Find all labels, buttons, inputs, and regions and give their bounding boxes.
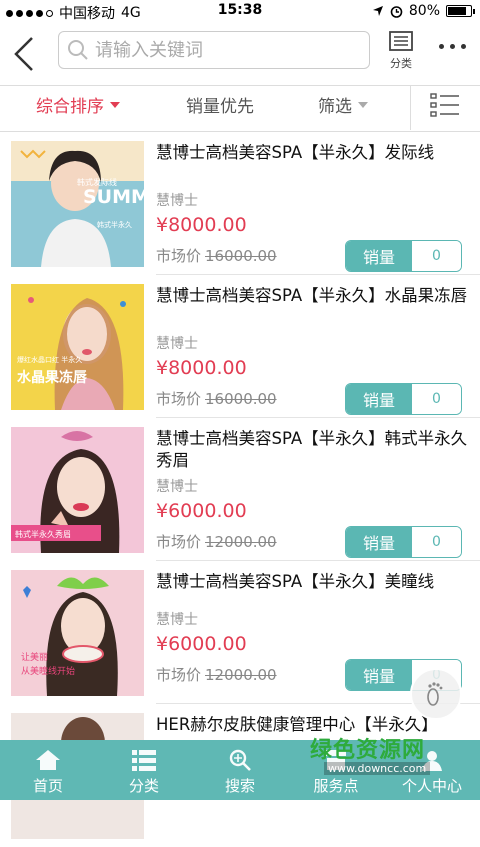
product-title[interactable]: 慧博士高档美容SPA【半永久】水晶果冻唇 — [156, 285, 471, 307]
market-price-value: 12000.00 — [205, 666, 277, 684]
sort-comprehensive-label: 综合排序 — [36, 92, 104, 117]
list-view-icon[interactable] — [430, 92, 460, 118]
sort-sales[interactable]: 销量优先 — [186, 92, 254, 117]
search-box[interactable] — [58, 31, 370, 69]
category-button-label: 分类 — [384, 55, 418, 71]
thumb-caption: 让美丽 — [21, 651, 48, 663]
watermark: 绿色资源网 www.downcc.com — [302, 732, 470, 796]
sort-comprehensive[interactable]: 综合排序 — [36, 92, 120, 117]
dropdown-arrow-icon — [110, 102, 120, 108]
more-options-icon[interactable] — [439, 44, 466, 49]
watermark-text: 绿色资源网 — [310, 732, 425, 764]
thumb-caption: SUMM — [83, 186, 144, 208]
sort-sales-label: 销量优先 — [186, 92, 254, 117]
sales-badge: 销量 0 — [345, 526, 462, 558]
thumb-caption: 韩式半永久 — [97, 220, 132, 229]
sales-label: 销量 — [346, 527, 412, 557]
battery-icon — [446, 5, 472, 17]
search-icon — [67, 39, 89, 61]
footprint-button[interactable] — [410, 668, 462, 720]
product-item[interactable]: 爆红水晶口红 半永久 水晶果冻唇 慧博士高档美容SPA【半永久】水晶果冻唇 慧博… — [0, 275, 480, 418]
market-price-value: 16000.00 — [205, 247, 277, 265]
sales-label: 销量 — [346, 660, 412, 690]
header: 分类 — [0, 22, 480, 86]
product-item[interactable]: 让美丽 从美瞳线开始 慧博士高档美容SPA【半永久】美瞳线 慧博士 ¥6000.… — [0, 561, 480, 704]
nav-search-label: 搜索 — [225, 775, 255, 796]
sales-label: 销量 — [346, 241, 412, 271]
market-price: 市场价16000.00 — [156, 388, 277, 409]
category-icon — [131, 749, 157, 771]
sales-count: 0 — [412, 527, 461, 557]
market-price: 市场价12000.00 — [156, 531, 277, 552]
product-brand: 慧博士 — [156, 609, 198, 629]
thumb-caption: 从美瞳线开始 — [21, 665, 75, 677]
market-price: 市场价16000.00 — [156, 245, 277, 266]
product-title[interactable]: 慧博士高档美容SPA【半永久】美瞳线 — [156, 571, 471, 593]
divider — [410, 86, 411, 130]
back-arrow-icon[interactable] — [10, 34, 40, 74]
sales-badge: 销量 0 — [345, 383, 462, 415]
sales-count: 0 — [412, 241, 461, 271]
market-price-label: 市场价 — [156, 247, 201, 265]
filter-label: 筛选 — [318, 92, 352, 117]
product-brand: 慧博士 — [156, 476, 198, 496]
product-title[interactable]: 慧博士高档美容SPA【半永久】韩式半永久秀眉 — [156, 428, 471, 472]
product-image[interactable]: 让美丽 从美瞳线开始 — [11, 570, 144, 696]
sales-label: 销量 — [346, 384, 412, 414]
product-brand: 慧博士 — [156, 333, 198, 353]
thumb-caption: 爆红水晶口红 半永久 — [17, 355, 82, 364]
nav-home[interactable]: 首页 — [0, 740, 96, 800]
battery-percent: 80% — [409, 3, 440, 19]
product-item[interactable]: 韩式发际线 SUMM 韩式半永久 慧博士高档美容SPA【半永久】发际线 慧博士 … — [0, 132, 480, 275]
sales-badge: 销量 0 — [345, 240, 462, 272]
category-list-icon — [388, 30, 414, 52]
thumb-caption: 水晶果冻唇 — [17, 369, 88, 386]
nav-category[interactable]: 分类 — [96, 740, 192, 800]
watermark-url: www.downcc.com — [324, 762, 430, 775]
product-image[interactable]: 韩式发际线 SUMM 韩式半永久 — [11, 141, 144, 267]
filter-button[interactable]: 筛选 — [318, 92, 368, 117]
footprint-icon — [421, 679, 451, 709]
location-icon — [372, 5, 384, 17]
search-input[interactable] — [95, 40, 355, 61]
thumb-caption: 韩式半永久秀眉 — [15, 529, 71, 539]
nav-home-label: 首页 — [33, 775, 63, 796]
product-image[interactable]: 爆红水晶口红 半永久 水晶果冻唇 — [11, 284, 144, 410]
sort-bar: 综合排序 销量优先 筛选 — [0, 86, 480, 132]
alarm-icon — [390, 5, 403, 18]
product-image[interactable]: 韩式半永久秀眉 — [11, 427, 144, 553]
category-button[interactable]: 分类 — [384, 30, 418, 71]
product-price: ¥6000.00 — [156, 500, 247, 522]
status-bar: 中国移动 4G 15:38 80% — [0, 0, 480, 22]
home-icon — [35, 749, 61, 771]
market-price-label: 市场价 — [156, 390, 201, 408]
product-price: ¥8000.00 — [156, 214, 247, 236]
product-item[interactable]: 韩式半永久秀眉 慧博士高档美容SPA【半永久】韩式半永久秀眉 慧博士 ¥6000… — [0, 418, 480, 561]
nav-category-label: 分类 — [129, 775, 159, 796]
product-price: ¥6000.00 — [156, 633, 247, 655]
market-price-value: 12000.00 — [205, 533, 277, 551]
nav-search[interactable]: 搜索 — [192, 740, 288, 800]
product-brand: 慧博士 — [156, 190, 198, 210]
sales-count: 0 — [412, 384, 461, 414]
market-price-value: 16000.00 — [205, 390, 277, 408]
filter-arrow-icon — [358, 102, 368, 108]
product-title[interactable]: 慧博士高档美容SPA【半永久】发际线 — [156, 142, 471, 164]
search-icon — [228, 749, 252, 771]
market-price: 市场价12000.00 — [156, 664, 277, 685]
market-price-label: 市场价 — [156, 533, 201, 551]
product-price: ¥8000.00 — [156, 357, 247, 379]
market-price-label: 市场价 — [156, 666, 201, 684]
